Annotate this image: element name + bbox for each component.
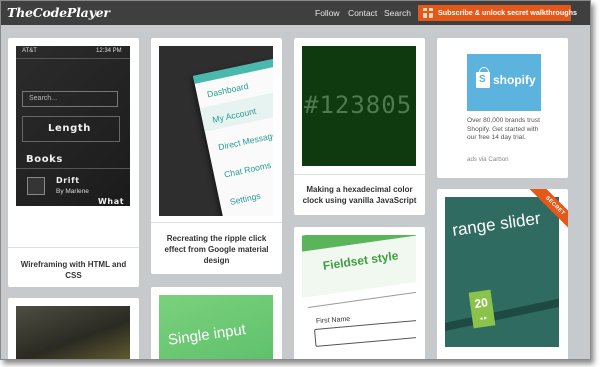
- drift-title: Drift: [56, 176, 80, 185]
- card-wireframing[interactable]: AT&T 12:34 PM Search... Length Books Dri…: [8, 38, 139, 287]
- ripple-thumbnail: Dashboard My Account Direct Message Chat…: [159, 46, 273, 216]
- what-label: What: [98, 197, 125, 206]
- arrow-icons: ◂ ▸: [479, 315, 488, 323]
- card-fieldset[interactable]: Fieldset style First Name: [294, 227, 425, 359]
- subscribe-button[interactable]: Subscribe & unlock secret walkthroughs: [418, 5, 577, 21]
- card-dark-photo[interactable]: [8, 298, 139, 359]
- slider-track: [445, 293, 559, 333]
- slider-value: 20: [473, 295, 489, 311]
- menu-item-direct-message: Direct Message: [217, 129, 273, 153]
- ad-text[interactable]: Over 80,000 brands trust Shopify. Get st…: [467, 117, 545, 143]
- divider: [16, 168, 130, 169]
- browser-screenshot: TheCodePlayer Follow Contact Search Subs…: [0, 0, 591, 360]
- thumb-title: Single input: [167, 321, 248, 349]
- card-hexclock[interactable]: #123805 Making a hexadecimal color clock…: [294, 38, 425, 215]
- nav-contact[interactable]: Contact: [348, 8, 377, 18]
- card-ad[interactable]: shopify Over 80,000 brands trust Shopify…: [437, 38, 568, 178]
- range-slider-thumbnail: range slider 20 ◂ ▸: [445, 197, 559, 347]
- nav-search[interactable]: Search: [384, 8, 411, 18]
- thumb-search-field: Search...: [22, 91, 118, 107]
- dark-photo-thumbnail: [16, 306, 130, 359]
- hex-value: #123805: [304, 91, 413, 119]
- card-ripple[interactable]: Dashboard My Account Direct Message Chat…: [151, 38, 282, 274]
- single-input-thumbnail: Single input: [159, 295, 273, 359]
- wireframing-thumbnail: AT&T 12:34 PM Search... Length Books Dri…: [16, 46, 130, 206]
- menu-item-chat-rooms: Chat Rooms: [223, 159, 272, 180]
- card-single-input[interactable]: Single input: [151, 287, 282, 359]
- menu-bar: [193, 46, 273, 84]
- card-divider: [151, 222, 282, 223]
- books-label: Books: [26, 154, 63, 165]
- drift-author: By Marlene: [56, 188, 89, 195]
- card-caption[interactable]: Recreating the ripple click effect from …: [151, 233, 282, 266]
- card-divider: [8, 247, 139, 248]
- ad-brand: shopify: [493, 73, 536, 87]
- carrier-label: AT&T: [22, 48, 37, 54]
- field-label: First Name: [315, 315, 351, 326]
- fieldset-thumbnail: Fieldset style First Name: [302, 235, 416, 359]
- clock-label: 12:34 PM: [96, 48, 122, 54]
- hexclock-thumbnail: #123805: [302, 46, 416, 166]
- shopify-logo[interactable]: shopify: [467, 54, 541, 111]
- menu-panel: Dashboard My Account Direct Message Chat…: [193, 46, 273, 216]
- gift-icon: [423, 8, 433, 18]
- menu-item-settings: Settings: [228, 190, 262, 207]
- card-caption[interactable]: Making a hexadecimal color clock using v…: [294, 184, 425, 206]
- subscribe-label: Subscribe & unlock secret walkthroughs: [438, 8, 577, 17]
- divider: [16, 58, 130, 59]
- thumb-title: range slider: [451, 208, 542, 240]
- shopping-bag-icon: [476, 67, 490, 88]
- nav-follow[interactable]: Follow: [315, 8, 340, 18]
- book-icon: [27, 177, 45, 195]
- card-caption[interactable]: Wireframing with HTML and CSS: [8, 259, 139, 281]
- site-logo[interactable]: TheCodePlayer: [7, 5, 110, 20]
- card-range-slider[interactable]: range slider 20 ◂ ▸ SECRET: [437, 189, 568, 359]
- length-label: Length: [48, 123, 91, 134]
- slider-knob: 20 ◂ ▸: [468, 289, 496, 329]
- card-divider: [294, 174, 425, 175]
- menu-item-dashboard: Dashboard: [206, 80, 250, 100]
- ad-via-link[interactable]: ads via Carbon: [467, 156, 509, 163]
- top-navbar: TheCodePlayer Follow Contact Search Subs…: [1, 1, 590, 25]
